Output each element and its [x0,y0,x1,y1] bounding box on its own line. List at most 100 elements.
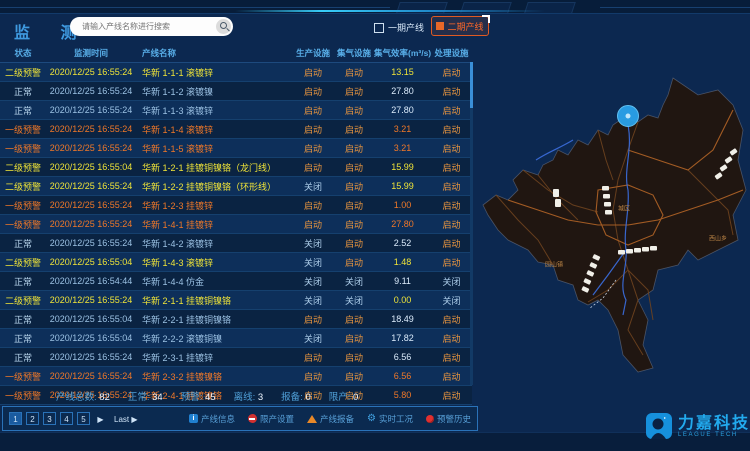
table-row[interactable]: 一级预警 2020/12/25 16:55:24 华新 1-1-5 滚镀锌 启动… [0,139,472,158]
production-facility-state: 关闭 [292,332,334,345]
line-name: 华新 2-2-1 挂镀铜镍铬 [136,313,292,326]
gas-collection-state: 启动 [334,66,374,79]
table-row[interactable]: 二级预警 2020/12/25 16:55:24 华新 1-2-2 挂镀铜镍铬（… [0,177,472,196]
table-row[interactable]: 正常 2020/12/25 16:54:44 华新 1-4-4 仿金 关闭 关闭… [0,272,472,291]
table-row[interactable]: 一级预警 2020/12/25 16:55:24 华新 1-1-4 滚镀锌 启动… [0,120,472,139]
legend-history-button[interactable]: 预警历史 [426,413,471,425]
summary-item: 离线: 3 [234,389,264,403]
production-facility-state: 启动 [292,199,334,212]
page-button-4[interactable]: 4 [60,412,73,425]
table-row[interactable]: 一级预警 2020/12/25 16:55:24 华新 1-4-1 挂镀锌 启动… [0,215,472,234]
legend-label: 产线信息 [201,413,235,425]
legend-gear-button[interactable]: 实时工况 [367,413,413,425]
monitor-time: 2020/12/25 16:54:44 [46,276,136,286]
column-header: 生产设施 [292,47,334,59]
status-badge: 正常 [0,313,46,326]
monitor-time: 2020/12/25 16:55:24 [46,67,136,77]
monitor-time: 2020/12/25 16:55:04 [46,333,136,343]
gas-efficiency-value: 9.11 [374,276,431,286]
decor-line [0,7,390,8]
treatment-facility-state: 启动 [431,142,472,155]
brand-logo: 力嘉科技 LEAGUE TECH [646,413,750,439]
table-row[interactable]: 一级预警 2020/12/25 16:55:24 华新 1-2-3 挂镀锌 启动… [0,196,472,215]
status-badge: 正常 [0,237,46,250]
scrollbar-thumb[interactable] [470,62,473,108]
legend-limit-button[interactable]: 限产设置 [248,413,294,425]
production-facility-state: 关闭 [292,237,334,250]
gas-efficiency-value: 18.49 [374,314,431,324]
production-facility-state: 启动 [292,161,334,174]
monitor-time: 2020/12/25 16:55:24 [46,371,136,381]
search-icon[interactable] [216,19,231,34]
gas-collection-state: 启动 [334,180,374,193]
legend-label: 产线报备 [320,413,354,425]
gas-efficiency-value: 6.56 [374,371,431,381]
line-name: 华新 1-4-3 滚镀锌 [136,256,292,269]
map-place-label: 园山镇 [545,260,563,269]
status-badge: 二级预警 [0,180,46,193]
page-button-3[interactable]: 3 [43,412,56,425]
production-facility-state: 启动 [292,85,334,98]
status-badge: 一级预警 [0,218,46,231]
production-facility-state: 启动 [292,351,334,364]
next-page-button[interactable]: ▶ [94,412,107,425]
line-name: 华新 2-3-1 挂镀锌 [136,351,292,364]
gas-efficiency-value: 17.82 [374,333,431,343]
gas-collection-state: 启动 [334,142,374,155]
column-header: 集气设施 [334,47,374,59]
table-row[interactable]: 正常 2020/12/25 16:55:04 华新 2-2-2 滚镀铜镍 关闭 … [0,329,472,348]
table-row[interactable]: 二级预警 2020/12/25 16:55:24 华新 1-1-1 滚镀锌 启动… [0,63,472,82]
table-row[interactable]: 正常 2020/12/25 16:55:04 华新 2-2-1 挂镀铜镍铬 启动… [0,310,472,329]
monitor-time: 2020/12/25 16:55:24 [46,295,136,305]
table-row[interactable]: 正常 2020/12/25 16:55:24 华新 1-1-3 滚镀锌 启动 启… [0,101,472,120]
table-row[interactable]: 二级预警 2020/12/25 16:55:24 华新 2-1-1 挂镀铜镍铬 … [0,291,472,310]
gas-efficiency-value: 2.52 [374,238,431,248]
column-header: 处理设施 [431,47,472,59]
legend-report-button[interactable]: 产线报备 [307,413,354,425]
phase2-label: 二期产线 [447,20,483,33]
monitor-time: 2020/12/25 16:55:24 [46,105,136,115]
phase2-button[interactable]: 二期产线 [431,16,489,36]
status-badge: 二级预警 [0,161,46,174]
table-row[interactable]: 正常 2020/12/25 16:55:24 华新 1-1-2 滚镀镍 启动 启… [0,82,472,101]
production-facility-state: 关闭 [292,294,334,307]
logo-subtitle: LEAGUE TECH [678,432,750,438]
monitor-time: 2020/12/25 16:55:04 [46,162,136,172]
treatment-facility-state: 启动 [431,85,472,98]
monitor-time: 2020/12/25 16:55:24 [46,181,136,191]
header: 监 测 一期产线 二期产线 [0,13,750,43]
treatment-facility-state: 关闭 [431,275,472,288]
table-row[interactable]: 二级预警 2020/12/25 16:55:04 华新 1-4-3 滚镀锌 关闭… [0,253,472,272]
production-facility-state: 关闭 [292,180,334,193]
gas-collection-state: 启动 [334,104,374,117]
line-name: 华新 2-1-1 挂镀铜镍铬 [136,294,292,307]
page-button-2[interactable]: 2 [26,412,39,425]
line-name: 华新 1-1-1 滚镀锌 [136,66,292,79]
search-input[interactable] [80,21,216,32]
page-button-1[interactable]: 1 [9,412,22,425]
city-map[interactable]: 园山镇西山乡城区 [478,40,750,432]
table-body: 二级预警 2020/12/25 16:55:24 华新 1-1-1 滚镀锌 启动… [0,63,472,405]
table-row[interactable]: 一级预警 2020/12/25 16:55:24 华新 2-3-2 挂镀镍铬 启… [0,367,472,386]
treatment-facility-state: 启动 [431,104,472,117]
accent-line [235,10,545,12]
table-row[interactable]: 正常 2020/12/25 16:55:24 华新 1-4-2 滚镀锌 关闭 启… [0,234,472,253]
last-page-button[interactable]: Last ▶ [111,412,141,425]
table-scrollbar[interactable] [470,62,473,385]
table-row[interactable]: 正常 2020/12/25 16:55:24 华新 2-3-1 挂镀锌 启动 启… [0,348,472,367]
production-facility-state: 启动 [292,104,334,117]
page-button-5[interactable]: 5 [77,412,90,425]
gas-collection-state: 启动 [334,161,374,174]
logo-name: 力嘉科技 [678,415,750,432]
gear-icon [367,414,376,424]
line-name: 华新 1-2-2 挂镀铜镍铬（环形线） [136,180,292,193]
monitor-time: 2020/12/25 16:55:24 [46,352,136,362]
treatment-facility-state: 启动 [431,199,472,212]
table-row[interactable]: 二级预警 2020/12/25 16:55:04 华新 1-2-1 挂镀铜镍铬（… [0,158,472,177]
gas-collection-state: 关闭 [334,294,374,307]
report-icon [307,415,317,423]
column-header: 集气效率(m³/s) [374,47,431,59]
phase1-checkbox[interactable]: 一期产线 [374,21,424,34]
gas-efficiency-value: 5.80 [374,390,431,400]
legend-info-button[interactable]: 产线信息 [189,413,235,425]
